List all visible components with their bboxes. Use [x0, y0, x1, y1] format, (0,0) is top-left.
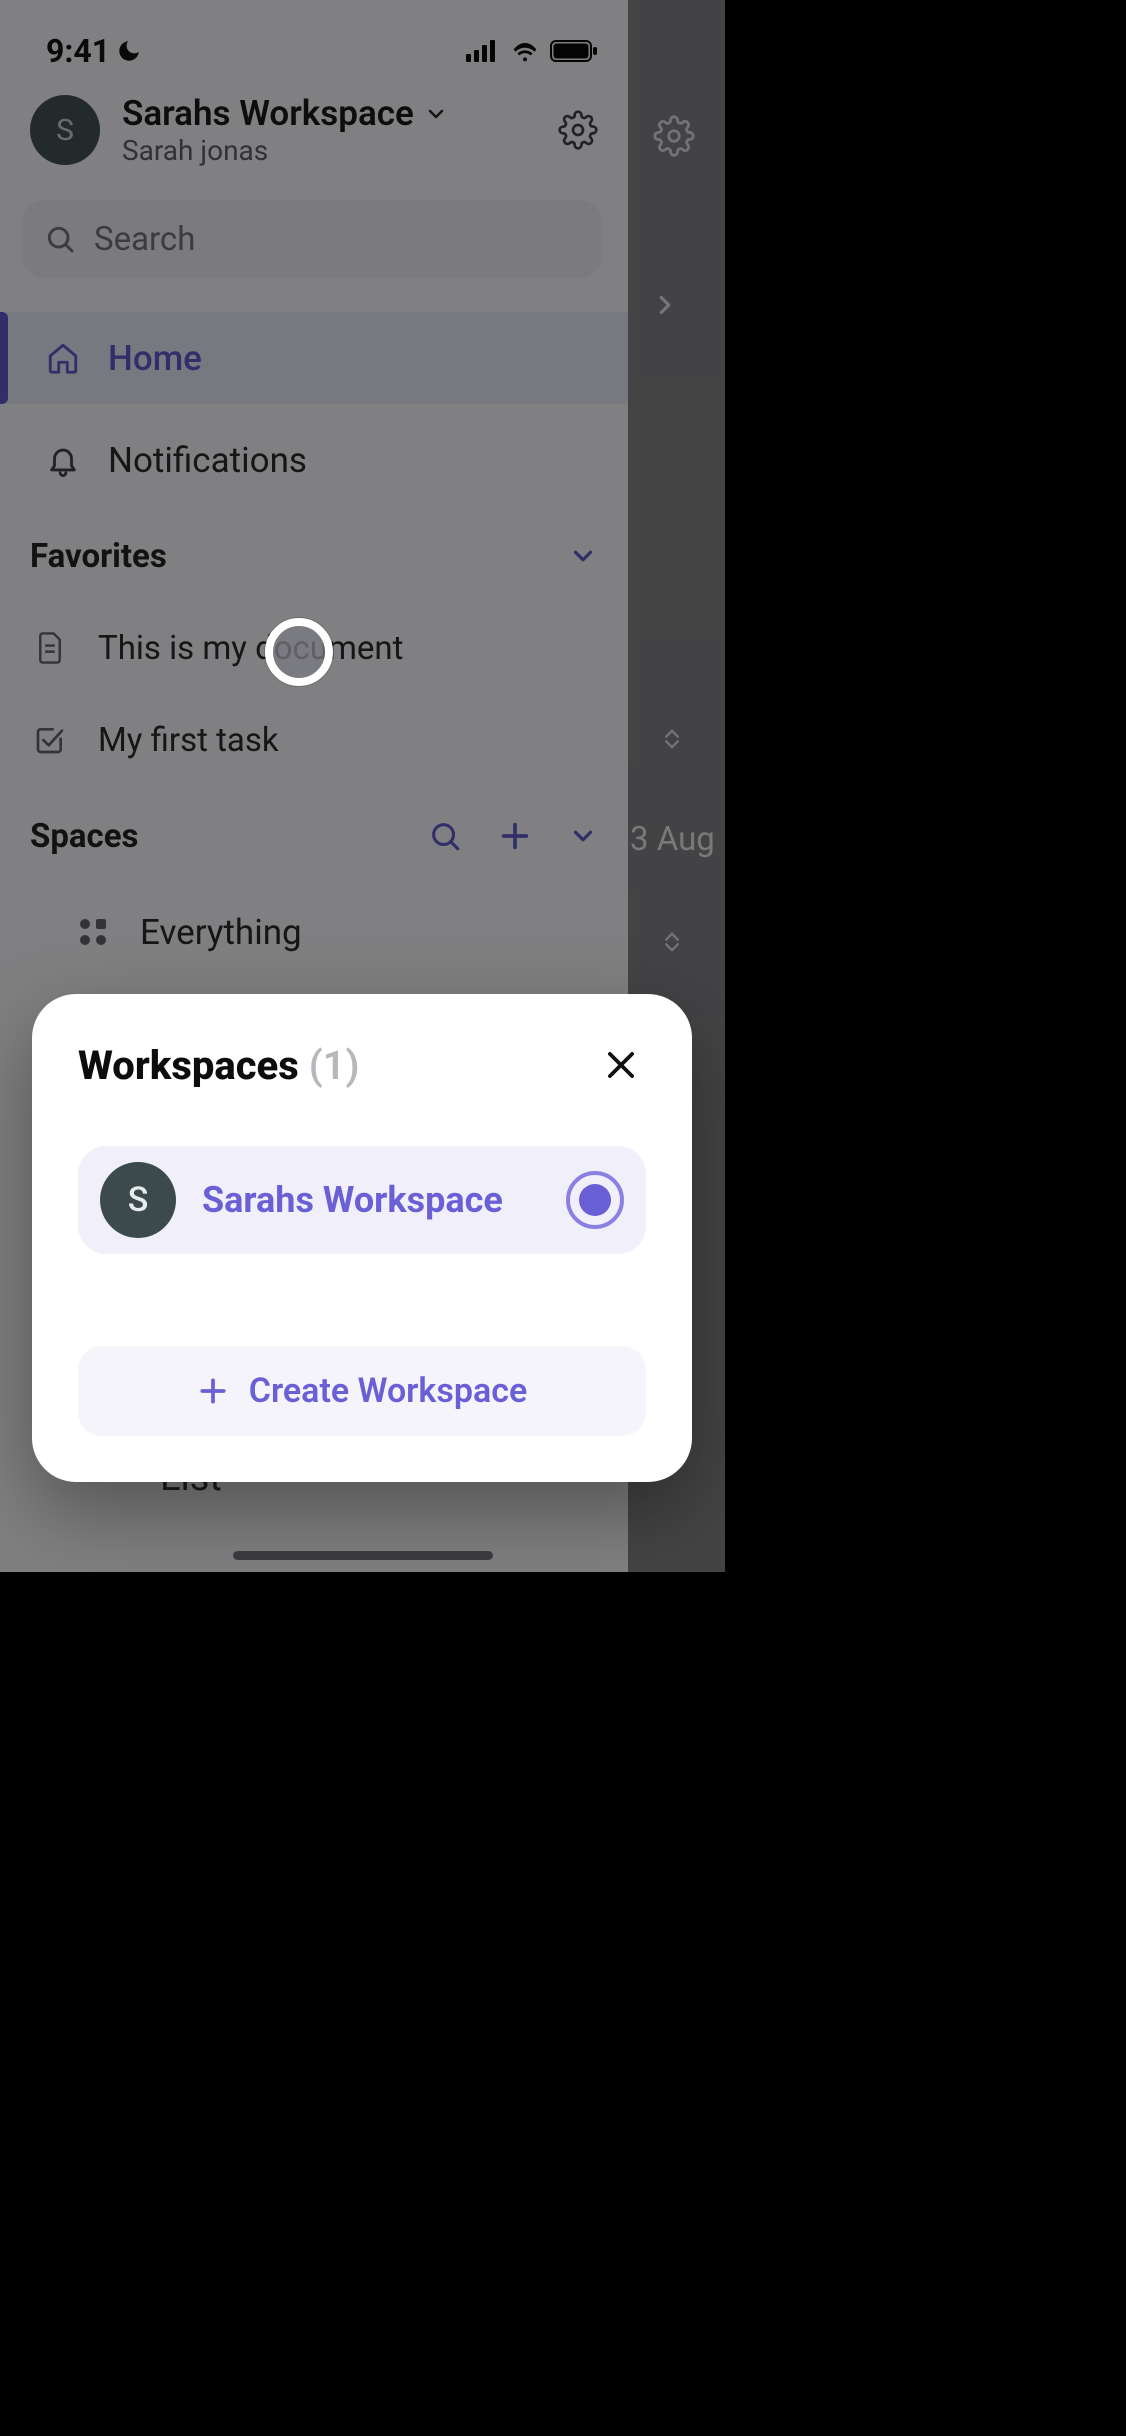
workspaces-modal: Workspaces (1) S Sarahs Workspace Create…	[32, 994, 692, 1482]
modal-count: (1)	[309, 1042, 360, 1089]
close-button[interactable]	[596, 1040, 646, 1090]
workspace-name: Sarahs Workspace	[202, 1179, 503, 1221]
modal-title: Workspaces	[78, 1042, 299, 1089]
radio-selected-icon	[566, 1171, 624, 1229]
create-workspace-button[interactable]: Create Workspace	[78, 1346, 646, 1436]
home-indicator[interactable]	[233, 1551, 493, 1560]
avatar: S	[100, 1162, 176, 1238]
plus-icon	[197, 1375, 229, 1407]
close-icon	[602, 1046, 640, 1084]
touch-indicator	[265, 618, 333, 686]
workspace-option[interactable]: S Sarahs Workspace	[78, 1146, 646, 1254]
